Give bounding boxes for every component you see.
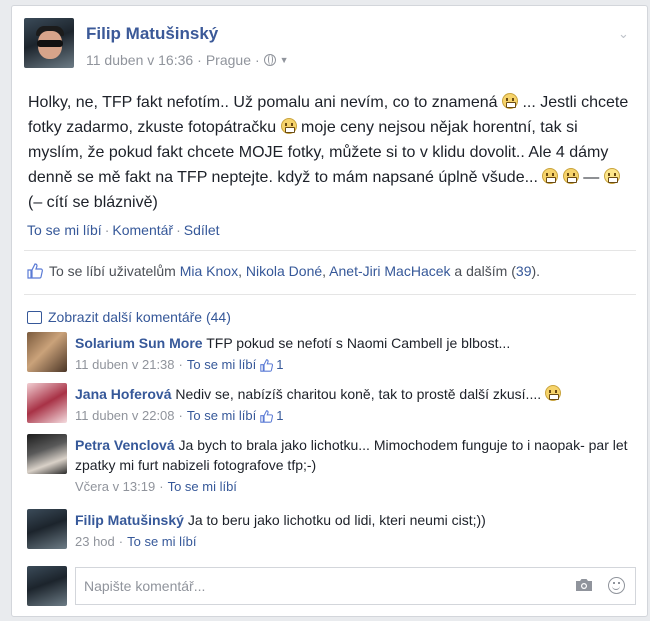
comment-composer: Napište komentář... xyxy=(27,566,637,606)
liker-link[interactable]: Anet-Jiri MacHacek xyxy=(329,263,450,279)
avatar xyxy=(27,566,67,606)
comment-timestamp[interactable]: 11 duben v 21:38 xyxy=(75,355,175,375)
post-text-dash: — xyxy=(583,169,600,186)
crazy-emoji-icon xyxy=(603,168,620,184)
like-button[interactable]: To se mi líbí xyxy=(27,222,102,238)
comment-timestamp[interactable]: 11 duben v 22:08 xyxy=(75,406,175,426)
post-body: Holky, ne, TFP fakt nefotím.. Už pomalu … xyxy=(28,90,634,215)
post-text-part: Holky, ne, TFP fakt nefotím.. Už pomalu … xyxy=(28,94,498,111)
comment-bubble-icon xyxy=(27,310,42,324)
divider xyxy=(24,294,636,295)
commenter-name[interactable]: Filip Matušinský xyxy=(75,512,184,528)
likes-comma: , xyxy=(322,263,327,279)
comment-like-count[interactable]: 1 xyxy=(260,355,283,375)
meta-separator: · xyxy=(118,534,124,549)
post-actions: To se mi líbí · Komentář · Sdílet xyxy=(27,222,220,238)
grin-emoji-icon xyxy=(562,168,579,184)
meta-separator: · xyxy=(255,52,260,68)
comment-body: Solarium Sun More TFP pokud se nefotí s … xyxy=(75,333,635,375)
avatar[interactable] xyxy=(27,509,67,549)
comment-like-count[interactable]: 1 xyxy=(260,406,283,426)
like-count-value: 1 xyxy=(276,408,284,423)
emoji-picker-icon[interactable] xyxy=(608,577,625,594)
meta-separator: · xyxy=(197,52,202,68)
author-avatar[interactable] xyxy=(24,18,74,68)
action-separator: · xyxy=(104,222,110,238)
commenter-name[interactable]: Jana Hoferová xyxy=(75,386,171,402)
commenter-name[interactable]: Petra Venclová xyxy=(75,437,175,453)
grin-emoji-icon xyxy=(502,93,518,109)
chevron-down-icon[interactable]: ⌄ xyxy=(618,27,630,40)
comment-meta: 11 duben v 21:38 · To se mi líbí 1 xyxy=(75,355,635,375)
likes-comma: , xyxy=(238,263,242,279)
likes-suffix: a dalším xyxy=(454,263,508,279)
view-more-comments-link[interactable]: Zobrazit další komentáře (44) xyxy=(27,309,231,325)
likes-prefix: To se líbí uživatelům xyxy=(49,263,176,279)
thumbs-up-icon xyxy=(260,358,274,372)
view-more-comments-label: Zobrazit další komentáře (44) xyxy=(48,309,231,325)
comment-body: Filip Matušinský Ja to beru jako lichotk… xyxy=(75,510,635,552)
divider xyxy=(24,250,636,251)
post-timestamp[interactable]: 11 duben v 16:36 xyxy=(86,52,193,68)
thumbs-up-icon xyxy=(27,263,43,279)
meta-separator: · xyxy=(178,408,183,423)
post-card: Filip Matušinský 11 duben v 16:36 · Prag… xyxy=(11,5,648,617)
thumbs-up-icon xyxy=(260,409,274,423)
liker-link[interactable]: Nikola Doné xyxy=(246,263,322,279)
post-meta: 11 duben v 16:36 · Prague · ▼ xyxy=(86,52,289,68)
action-separator: · xyxy=(176,222,181,238)
commenter-name[interactable]: Solarium Sun More xyxy=(75,335,203,351)
comment-meta: Včera v 13:19 · To se mi líbí xyxy=(75,477,635,497)
comment-like-button[interactable]: To se mi líbí xyxy=(168,477,237,497)
grin-emoji-icon xyxy=(542,168,559,184)
comment-body: Jana Hoferová Nediv se, nabízíš charitou… xyxy=(75,384,635,426)
comment-text: Nediv se, nabízíš charitou koně, tak to … xyxy=(175,386,542,402)
share-button[interactable]: Sdílet xyxy=(184,222,220,238)
likes-summary: To se líbí uživatelům Mia Knox, Nikola D… xyxy=(27,263,540,279)
comment-like-button[interactable]: To se mi líbí xyxy=(127,532,196,552)
post-location[interactable]: Prague xyxy=(206,52,251,68)
avatar[interactable] xyxy=(27,383,67,423)
comment-meta: 23 hod · To se mi líbí xyxy=(75,532,635,552)
likes-count-link[interactable]: 39 xyxy=(516,263,532,279)
likes-paren: ). xyxy=(531,263,541,279)
comment-timestamp[interactable]: Včera v 13:19 xyxy=(75,477,155,497)
globe-icon[interactable] xyxy=(263,54,276,66)
liker-link[interactable]: Mia Knox xyxy=(180,263,238,279)
grin-emoji-icon xyxy=(545,385,562,401)
meta-separator: · xyxy=(159,479,164,494)
avatar[interactable] xyxy=(27,434,67,474)
grin-emoji-icon xyxy=(280,118,297,134)
comment-meta: 11 duben v 22:08 · To se mi líbí 1 xyxy=(75,406,635,426)
comment-body: Petra Venclová Ja bych to brala jako lic… xyxy=(75,435,635,497)
post-header: Filip Matušinský 11 duben v 16:36 · Prag… xyxy=(24,18,634,78)
like-count-value: 1 xyxy=(276,357,284,372)
comment-text: Ja to beru jako lichotku od lidi, kteri … xyxy=(187,512,486,528)
meta-separator: · xyxy=(178,357,183,372)
comment-button[interactable]: Komentář xyxy=(112,222,173,238)
post-feeling: (– cítí se bláznivě) xyxy=(28,194,158,211)
camera-icon[interactable] xyxy=(575,578,593,592)
comment-timestamp[interactable]: 23 hod xyxy=(75,532,115,552)
comment-like-button[interactable]: To se mi líbí xyxy=(187,355,256,375)
comment-text: TFP pokud se nefotí s Naomi Cambell je b… xyxy=(206,335,511,351)
comment-like-button[interactable]: To se mi líbí xyxy=(187,406,256,426)
caret-down-icon[interactable]: ▼ xyxy=(280,55,289,65)
comment-input[interactable]: Napište komentář... xyxy=(75,567,636,605)
avatar[interactable] xyxy=(27,332,67,372)
post-author-name[interactable]: Filip Matušinský xyxy=(86,24,218,44)
